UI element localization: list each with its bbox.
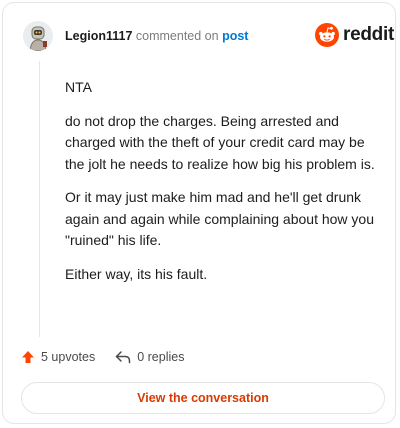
reddit-wordmark: reddit [343, 24, 394, 45]
comment-actions: 5 upvotes 0 replies [21, 347, 204, 367]
commented-on-text: commented on [135, 29, 219, 43]
reddit-snoo-icon [315, 23, 339, 47]
comment-paragraph: do not drop the charges. Being arrested … [65, 112, 375, 172]
comment-paragraph: Or it may just make him mad and he'll ge… [65, 189, 374, 248]
username[interactable]: Legion1117 [65, 29, 132, 43]
avatar[interactable] [23, 21, 53, 51]
avatar-image [23, 21, 53, 51]
reddit-logo[interactable]: reddit [315, 22, 394, 48]
upvote-arrow-icon [22, 351, 34, 363]
comment-embed-card: Legion1117 commented on post reddit NTA … [2, 2, 396, 424]
thread-line [39, 61, 40, 337]
reply-arrow-icon [115, 351, 131, 364]
reply-button[interactable]: 0 replies [115, 350, 184, 364]
upvote-count: 5 upvotes [41, 350, 96, 364]
comment-header: Legion1117 commented on post [65, 28, 248, 44]
comment-paragraph: NTA [65, 79, 92, 95]
post-link[interactable]: post [222, 29, 248, 43]
reply-count: 0 replies [137, 350, 185, 364]
view-conversation-button[interactable]: View the conversation [21, 382, 385, 414]
comment-paragraph: Either way, its his fault. [65, 265, 208, 282]
comment-body: NTA do not drop the charges. Being arres… [65, 77, 383, 297]
upvote-button[interactable]: 5 upvotes [21, 350, 95, 364]
